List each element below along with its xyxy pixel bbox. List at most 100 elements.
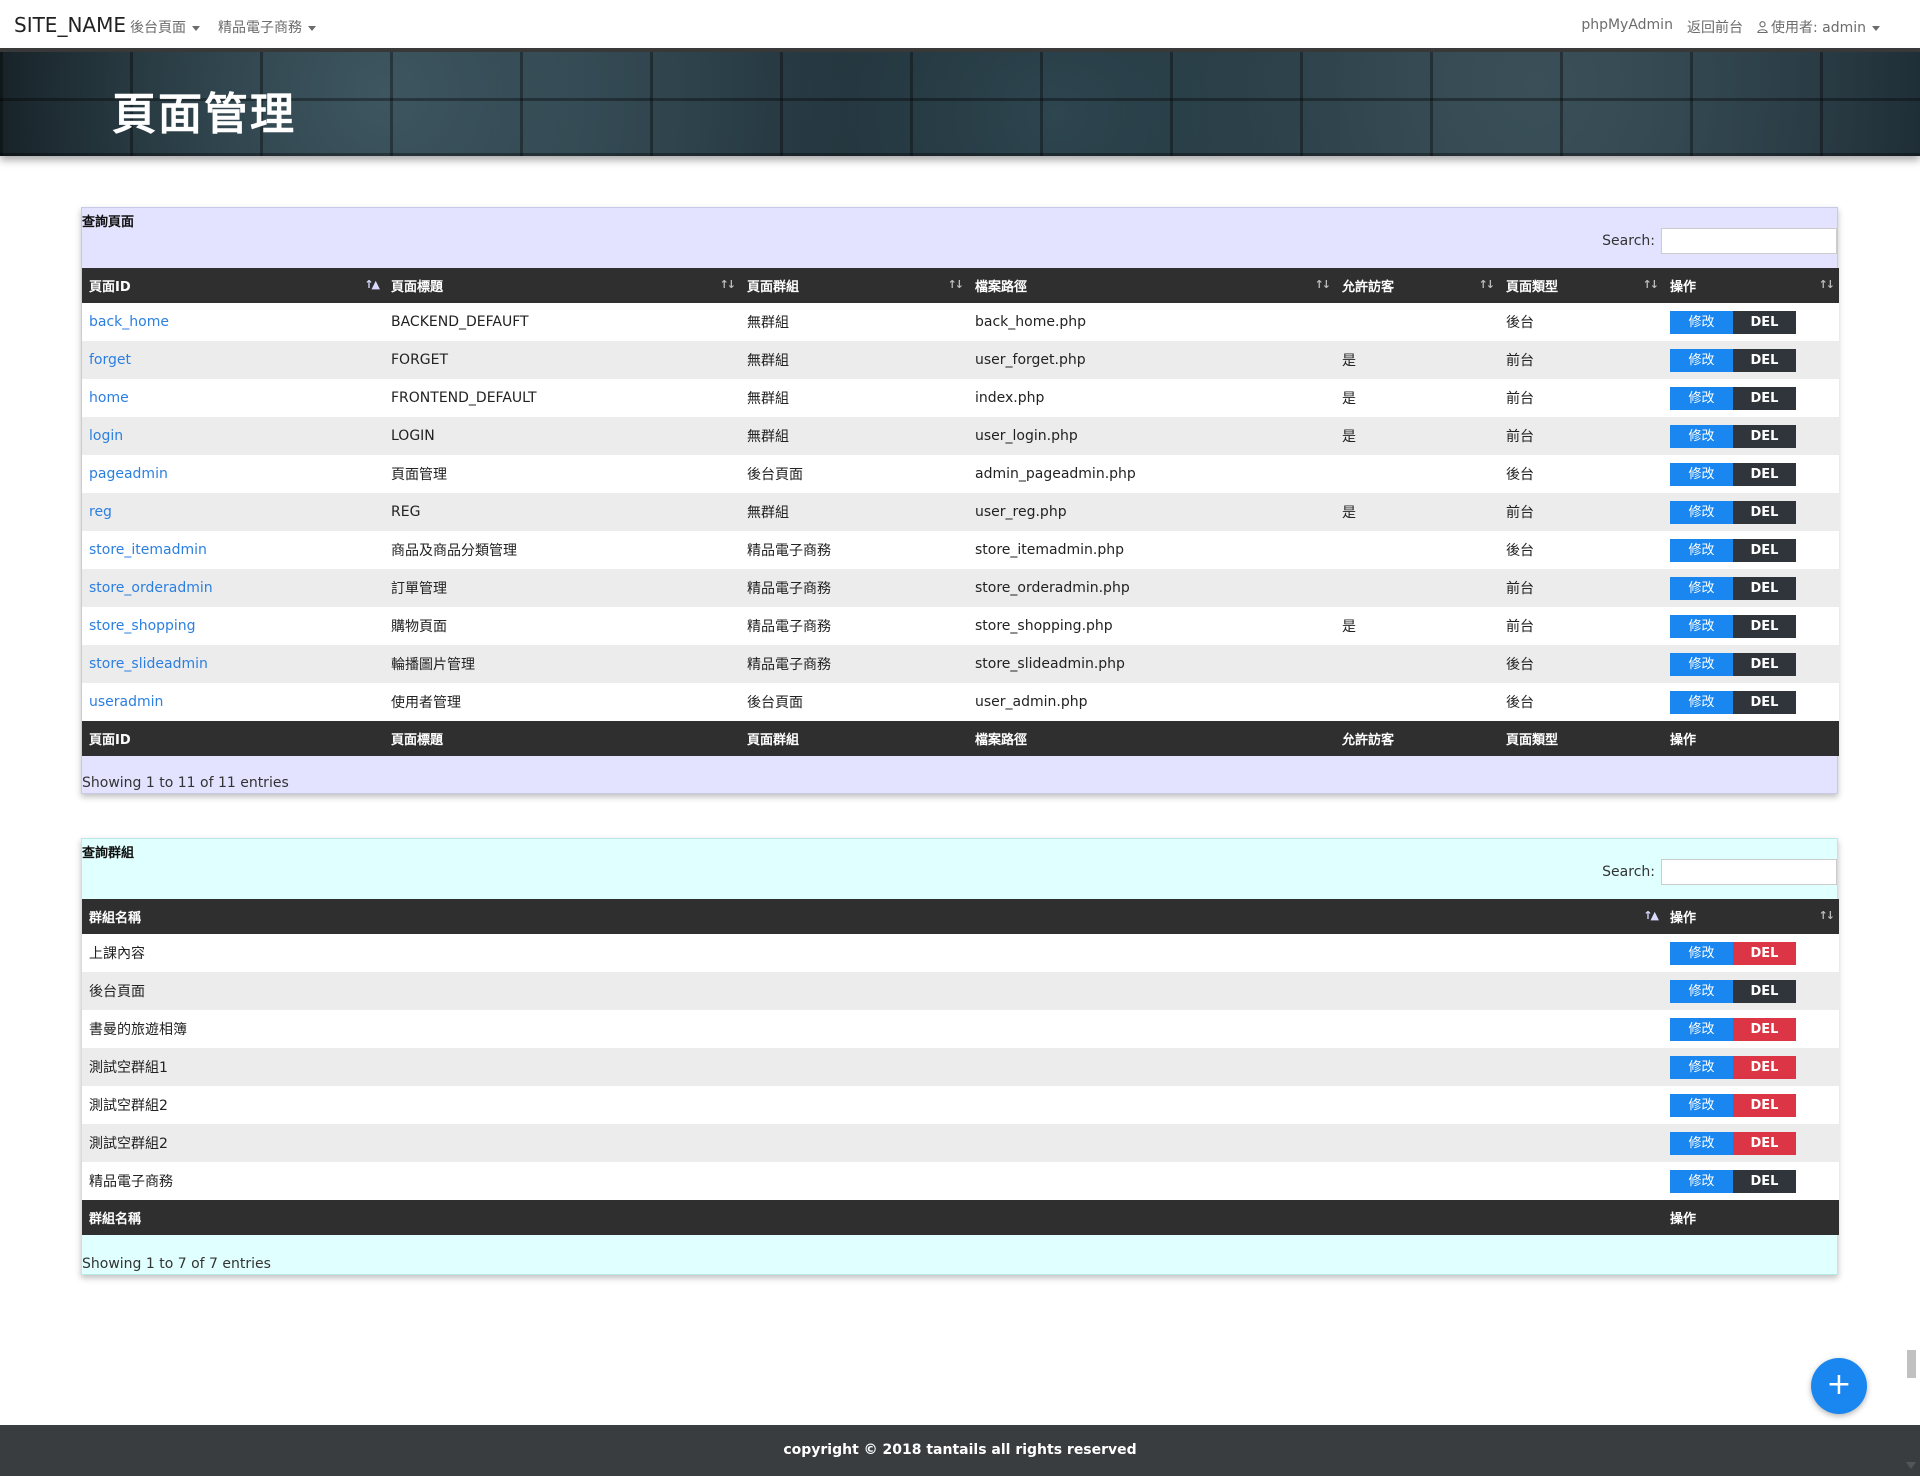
delete-button[interactable]: DEL: [1733, 386, 1796, 410]
edit-button[interactable]: 修改: [1670, 941, 1733, 965]
edit-button[interactable]: 修改: [1670, 979, 1733, 1003]
edit-button[interactable]: 修改: [1670, 1017, 1733, 1041]
edit-button[interactable]: 修改: [1670, 500, 1733, 524]
cell-page-group: 無群組: [740, 303, 968, 341]
column-header-allow-guest[interactable]: 允許訪客 ↑↓: [1335, 268, 1499, 303]
site-brand[interactable]: SITE_NAME: [14, 13, 126, 37]
table-row: forget FORGET 無群組 user_forget.php 是前台 修改 DEL: [82, 341, 1839, 379]
edit-button[interactable]: 修改: [1670, 1055, 1733, 1079]
page-id-link[interactable]: pageadmin: [89, 466, 168, 482]
column-header-page-group[interactable]: 頁面群組 ↑↓: [740, 268, 968, 303]
cell-actions: 修改 DEL: [1663, 1048, 1839, 1086]
column-header-label: 群組名稱: [89, 911, 142, 926]
nav-dropdown-backend-pages[interactable]: 後台頁面: [130, 17, 200, 37]
page-id-link[interactable]: login: [89, 428, 123, 444]
scrollbar-thumb[interactable]: [1907, 1350, 1916, 1378]
cell-actions: 修改 DEL: [1663, 303, 1839, 341]
edit-button[interactable]: 修改: [1670, 576, 1733, 600]
column-header-page-type[interactable]: 頁面類型 ↑↓: [1499, 268, 1663, 303]
delete-button[interactable]: DEL: [1733, 690, 1796, 714]
page-id-link[interactable]: store_slideadmin: [89, 656, 208, 672]
delete-button[interactable]: DEL: [1733, 576, 1796, 600]
footer-header-actions: 操作: [1663, 721, 1839, 756]
column-header-group-name[interactable]: 群組名稱 ↑▲: [82, 899, 1663, 934]
search-input[interactable]: [1661, 859, 1837, 885]
page-id-link[interactable]: useradmin: [89, 694, 163, 710]
delete-button[interactable]: DEL: [1733, 424, 1796, 448]
page-id-link[interactable]: forget: [89, 352, 131, 368]
table-row: store_itemadmin 商品及商品分類管理 精品電子商務 store_item…: [82, 531, 1839, 569]
edit-button[interactable]: 修改: [1670, 1169, 1733, 1193]
edit-button[interactable]: 修改: [1670, 1131, 1733, 1155]
delete-button[interactable]: DEL: [1733, 1169, 1796, 1193]
table-row: 測試空群組2 修改 DEL: [82, 1124, 1839, 1162]
delete-button[interactable]: DEL: [1733, 310, 1796, 334]
page-id-link[interactable]: store_itemadmin: [89, 542, 207, 558]
nav-dropdown-ecommerce[interactable]: 精品電子商務: [218, 17, 316, 37]
column-header-actions[interactable]: 操作 ↑↓: [1663, 268, 1839, 303]
table-footer-row: 頁面ID 頁面標題 頁面群組 檔案路徑 允許訪客 頁面類型 操作: [82, 721, 1839, 756]
footer-header-page-title: 頁面標題: [384, 721, 740, 756]
page-id-link[interactable]: store_orderadmin: [89, 580, 213, 596]
column-header-actions[interactable]: 操作 ↑↓: [1663, 899, 1839, 934]
cell-page-group: 精品電子商務: [740, 569, 968, 607]
page-id-link[interactable]: home: [89, 390, 129, 406]
delete-button[interactable]: DEL: [1733, 941, 1796, 965]
edit-button[interactable]: 修改: [1670, 462, 1733, 486]
column-header-label: 頁面類型: [1506, 280, 1559, 295]
nav-link-phpmyadmin[interactable]: phpMyAdmin: [1581, 17, 1673, 37]
add-button[interactable]: +: [1811, 1358, 1867, 1414]
edit-button[interactable]: 修改: [1670, 614, 1733, 638]
edit-button[interactable]: 修改: [1670, 348, 1733, 372]
delete-button[interactable]: DEL: [1733, 979, 1796, 1003]
cell-file-path: store_slideadmin.php: [968, 645, 1335, 683]
sort-icon: ↑↓: [1478, 278, 1496, 291]
table-row: 後台頁面 修改 DEL: [82, 972, 1839, 1010]
cell-page-id: pageadmin: [82, 455, 384, 493]
search-input[interactable]: [1661, 228, 1837, 254]
cell-allow-guest: [1335, 645, 1499, 683]
delete-button[interactable]: DEL: [1733, 1055, 1796, 1079]
nav-left-menu: 後台頁面 精品電子商務: [130, 17, 316, 37]
column-header-page-id[interactable]: 頁面ID ↑▲: [82, 268, 384, 303]
table-row: store_shopping 購物頁面 精品電子商務 store_shopping.p…: [82, 607, 1839, 645]
cell-page-id: login: [82, 417, 384, 455]
cell-actions: 修改 DEL: [1663, 1010, 1839, 1048]
delete-button[interactable]: DEL: [1733, 462, 1796, 486]
delete-button[interactable]: DEL: [1733, 500, 1796, 524]
page-id-link[interactable]: store_shopping: [89, 618, 196, 634]
table-info: Showing 1 to 11 of 11 entries: [82, 775, 289, 791]
delete-button[interactable]: DEL: [1733, 1131, 1796, 1155]
delete-button[interactable]: DEL: [1733, 348, 1796, 372]
page-id-link[interactable]: reg: [89, 504, 112, 520]
cell-page-id: store_slideadmin: [82, 645, 384, 683]
delete-button[interactable]: DEL: [1733, 538, 1796, 562]
edit-button[interactable]: 修改: [1670, 310, 1733, 334]
column-header-label: 頁面標題: [391, 280, 444, 295]
column-header-file-path[interactable]: 檔案路徑 ↑↓: [968, 268, 1335, 303]
edit-button[interactable]: 修改: [1670, 386, 1733, 410]
edit-button[interactable]: 修改: [1670, 690, 1733, 714]
delete-button[interactable]: DEL: [1733, 652, 1796, 676]
column-header-page-title[interactable]: 頁面標題 ↑↓: [384, 268, 740, 303]
edit-button[interactable]: 修改: [1670, 652, 1733, 676]
edit-button[interactable]: 修改: [1670, 538, 1733, 562]
page-id-link[interactable]: back_home: [89, 314, 169, 330]
table-header-row: 頁面ID ↑▲ 頁面標題 ↑↓ 頁面群組 ↑↓ 檔案路徑 ↑↓ 允許訪客 ↑↓ 頁面類型 ↑…: [82, 268, 1839, 303]
delete-button[interactable]: DEL: [1733, 1093, 1796, 1117]
cell-page-id: home: [82, 379, 384, 417]
cell-actions: 修改 DEL: [1663, 1086, 1839, 1124]
edit-button[interactable]: 修改: [1670, 424, 1733, 448]
caret-down-icon: [192, 25, 200, 31]
edit-button[interactable]: 修改: [1670, 1093, 1733, 1117]
scroll-down-arrow-icon[interactable]: [1906, 1462, 1916, 1469]
nav-dropdown-user[interactable]: 使用者: admin: [1757, 17, 1880, 37]
nav-link-back-frontend[interactable]: 返回前台: [1687, 17, 1743, 37]
cell-page-title: 訂單管理: [384, 569, 740, 607]
cell-page-type: 後台: [1499, 455, 1663, 493]
cell-page-group: 精品電子商務: [740, 607, 968, 645]
sort-icon: ↑↓: [1818, 278, 1836, 291]
delete-button[interactable]: DEL: [1733, 614, 1796, 638]
cell-group-name: 測試空群組2: [82, 1086, 1663, 1124]
delete-button[interactable]: DEL: [1733, 1017, 1796, 1041]
